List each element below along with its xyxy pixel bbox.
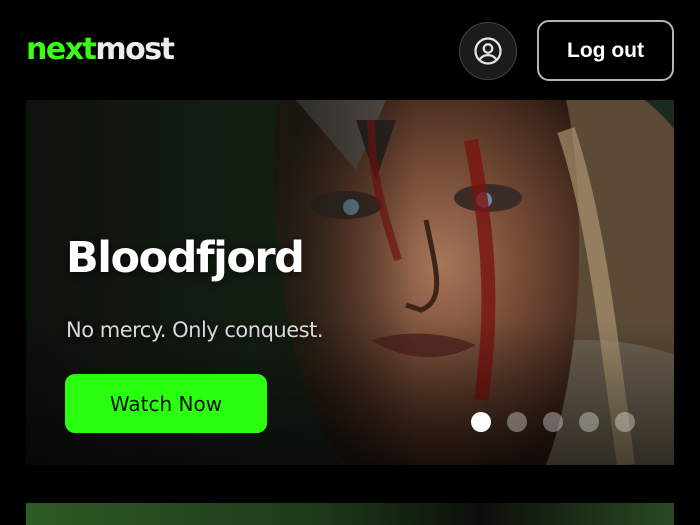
carousel-dot-1[interactable] — [471, 412, 491, 432]
hero-title: Bloodfjord — [66, 233, 305, 283]
logout-button[interactable]: Log out — [537, 20, 674, 81]
next-section-preview — [26, 503, 674, 525]
carousel-dot-5[interactable] — [615, 412, 635, 432]
carousel-pagination — [471, 412, 635, 432]
hero-subtitle: No mercy. Only conquest. — [66, 318, 324, 342]
brand-logo[interactable]: nextmost — [26, 30, 175, 70]
profile-button[interactable] — [459, 22, 517, 80]
carousel-dot-2[interactable] — [507, 412, 527, 432]
hero-banner: Bloodfjord No mercy. Only conquest. Watc… — [26, 100, 674, 465]
carousel-dot-4[interactable] — [579, 412, 599, 432]
carousel-dot-3[interactable] — [543, 412, 563, 432]
user-circle-icon — [474, 37, 502, 65]
logo-accent-text: next — [26, 32, 97, 67]
watch-now-button[interactable]: Watch Now — [65, 374, 267, 433]
logo-rest-text: most — [95, 32, 175, 67]
